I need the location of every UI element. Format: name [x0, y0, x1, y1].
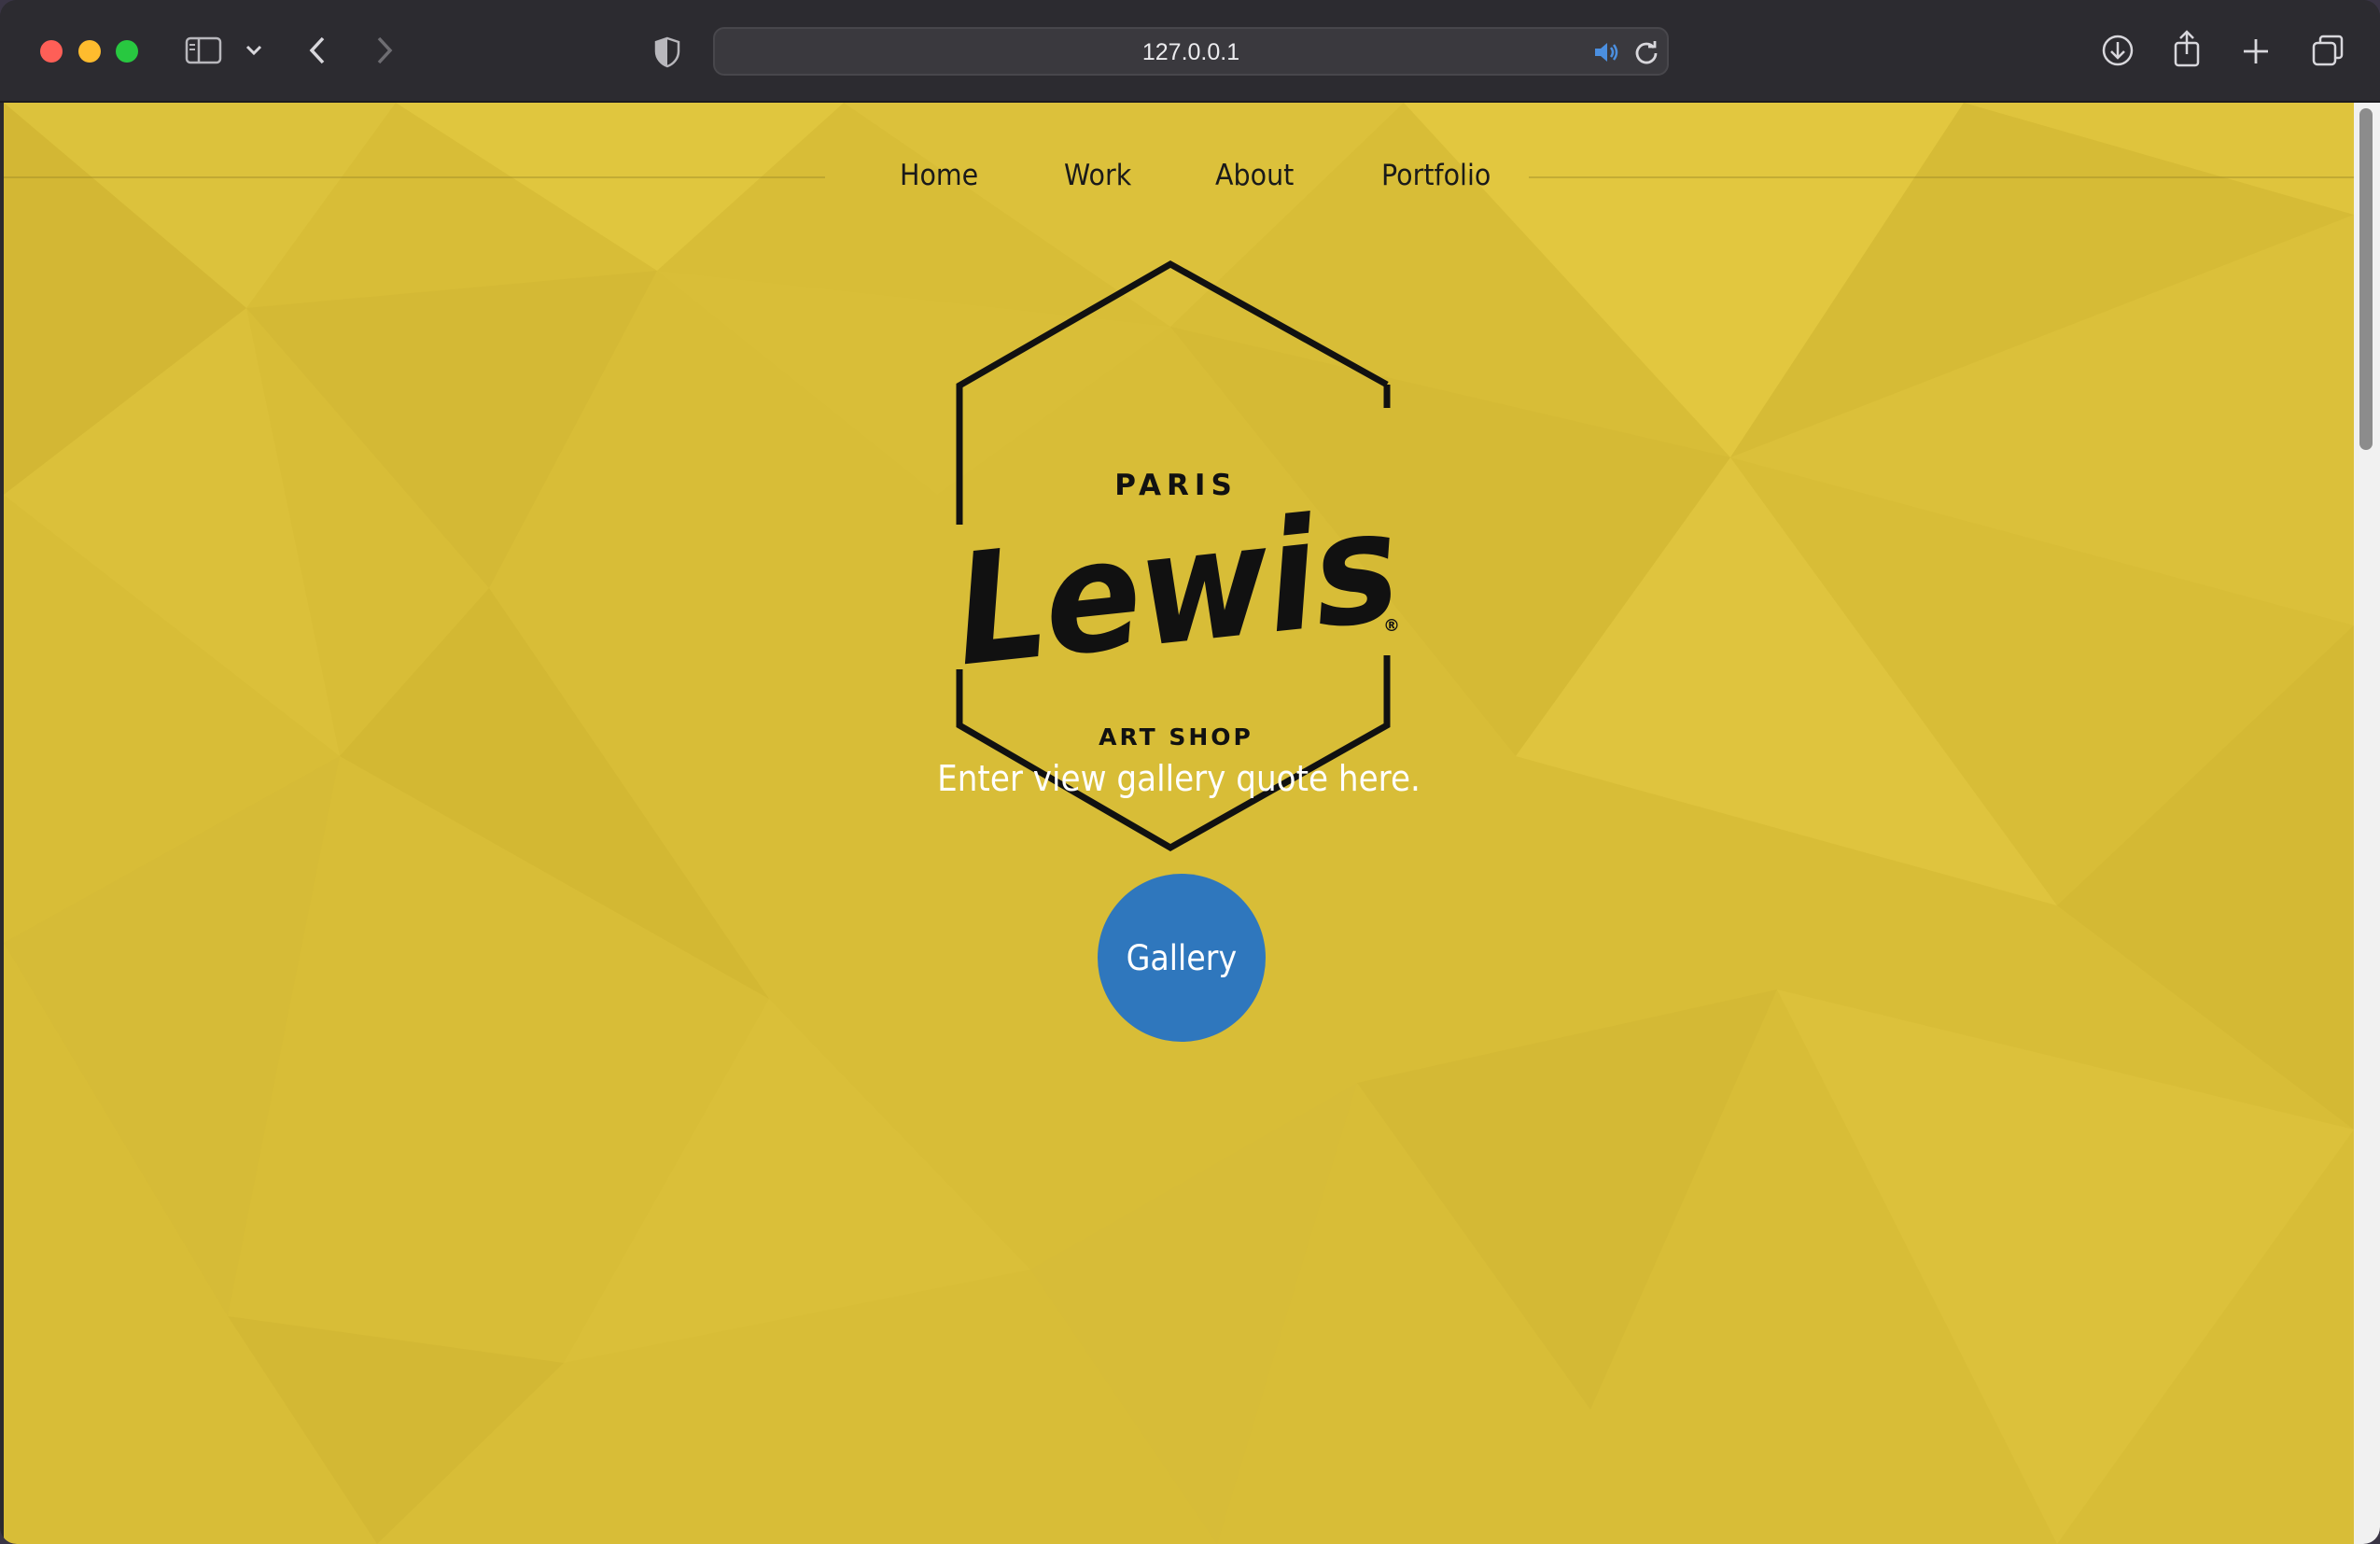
address-bar[interactable]: 127.0.0.1	[713, 27, 1669, 76]
forward-icon[interactable]	[370, 34, 399, 67]
nav-item-work[interactable]: Work	[1064, 147, 1131, 204]
back-icon[interactable]	[302, 34, 332, 67]
maximize-window-button[interactable]	[116, 40, 138, 63]
chevron-down-icon[interactable]	[243, 41, 265, 60]
browser-toolbar: 127.0.0.1	[0, 0, 2380, 103]
nav-item-portfolio[interactable]: Portfolio	[1381, 147, 1491, 204]
share-icon[interactable]	[2169, 28, 2205, 69]
page-viewport: Home Work About Portfolio PARIS Lewis ® …	[4, 103, 2354, 1544]
download-icon[interactable]	[2099, 32, 2136, 69]
browser-window: 127.0.0.1 Home Work About Portfolio PARI…	[0, 0, 2380, 1544]
tab-overview-icon[interactable]	[2309, 32, 2346, 69]
nav-item-about[interactable]: About	[1215, 147, 1294, 204]
logo-art-shop-text: ART SHOP	[1099, 723, 1253, 751]
gallery-button[interactable]: Gallery	[1098, 874, 1266, 1042]
reload-icon[interactable]	[1631, 37, 1661, 67]
privacy-shield-icon[interactable]	[651, 35, 683, 69]
gallery-button-label: Gallery	[1126, 937, 1238, 978]
scrollbar-thumb[interactable]	[2359, 108, 2373, 450]
gallery-quote: Enter view gallery quote here.	[937, 758, 1421, 799]
new-tab-icon[interactable]	[2240, 35, 2272, 67]
url-text[interactable]: 127.0.0.1	[715, 29, 1667, 77]
audio-playing-icon[interactable]	[1590, 38, 1622, 66]
main-nav: Home Work About Portfolio	[4, 147, 2354, 204]
logo-registered-mark: ®	[1383, 616, 1400, 636]
minimize-window-button[interactable]	[78, 40, 101, 63]
nav-item-home[interactable]: Home	[900, 147, 978, 204]
sidebar-icon[interactable]	[183, 34, 224, 67]
close-window-button[interactable]	[40, 40, 63, 63]
